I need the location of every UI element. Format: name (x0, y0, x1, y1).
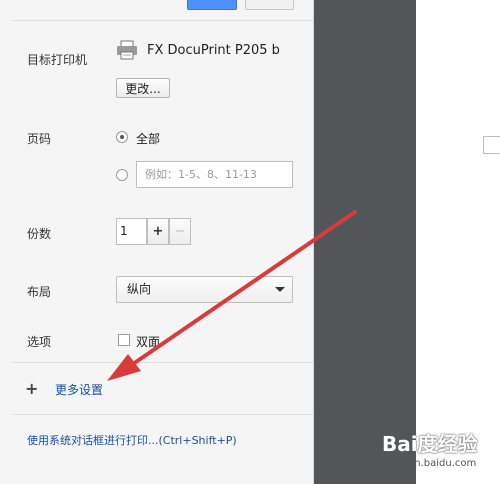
copies-input[interactable]: 1 (116, 218, 147, 245)
change-printer-button[interactable]: 更改... (116, 78, 170, 98)
print-button[interactable]: 打印 (187, 0, 237, 10)
pages-custom-input[interactable]: 例如：1-5、8、11-13 (136, 161, 293, 188)
copies-decrement-button[interactable]: − (169, 218, 191, 245)
divider (12, 20, 313, 21)
duplex-label: 双面 (136, 335, 161, 349)
destination-label: 目标打印机 (27, 53, 88, 67)
copies-label: 份数 (27, 227, 52, 241)
layout-select-value: 纵向 (127, 282, 152, 296)
pages-all-label: 全部 (136, 132, 161, 146)
system-dialog-link[interactable]: 使用系统对话框进行打印...(Ctrl+Shift+P) (27, 432, 237, 448)
layout-label: 布局 (27, 285, 52, 299)
watermark-url: jingyan.baidu.com (384, 458, 477, 469)
plus-icon: + (25, 379, 39, 398)
cancel-button[interactable]: 取消 (245, 0, 294, 10)
options-label: 选项 (27, 335, 52, 349)
divider (12, 414, 313, 415)
baidu-watermark: Bai度经验 jingyan.baidu.com (380, 428, 496, 480)
more-settings-toggle[interactable]: + 更多设置 (0, 362, 313, 414)
pages-custom-radio[interactable] (116, 169, 128, 181)
printer-icon (117, 40, 137, 60)
layout-select[interactable]: 纵向 (116, 276, 293, 303)
pages-label: 页码 (27, 132, 52, 146)
preview-page (416, 0, 500, 484)
chevron-down-icon (275, 287, 285, 292)
print-settings-panel: 打印 取消 目标打印机 FX DocuPrint P205 b 更改... 页码… (0, 0, 314, 484)
copies-increment-button[interactable]: + (147, 218, 169, 245)
printer-name: FX DocuPrint P205 b (147, 43, 280, 58)
preview-background (314, 0, 416, 484)
preview-page-edge (483, 136, 500, 154)
duplex-checkbox[interactable] (118, 334, 130, 346)
pages-all-radio[interactable] (116, 131, 128, 143)
more-settings-label: 更多设置 (55, 383, 104, 397)
watermark-logo: Bai度经验 (382, 432, 478, 456)
